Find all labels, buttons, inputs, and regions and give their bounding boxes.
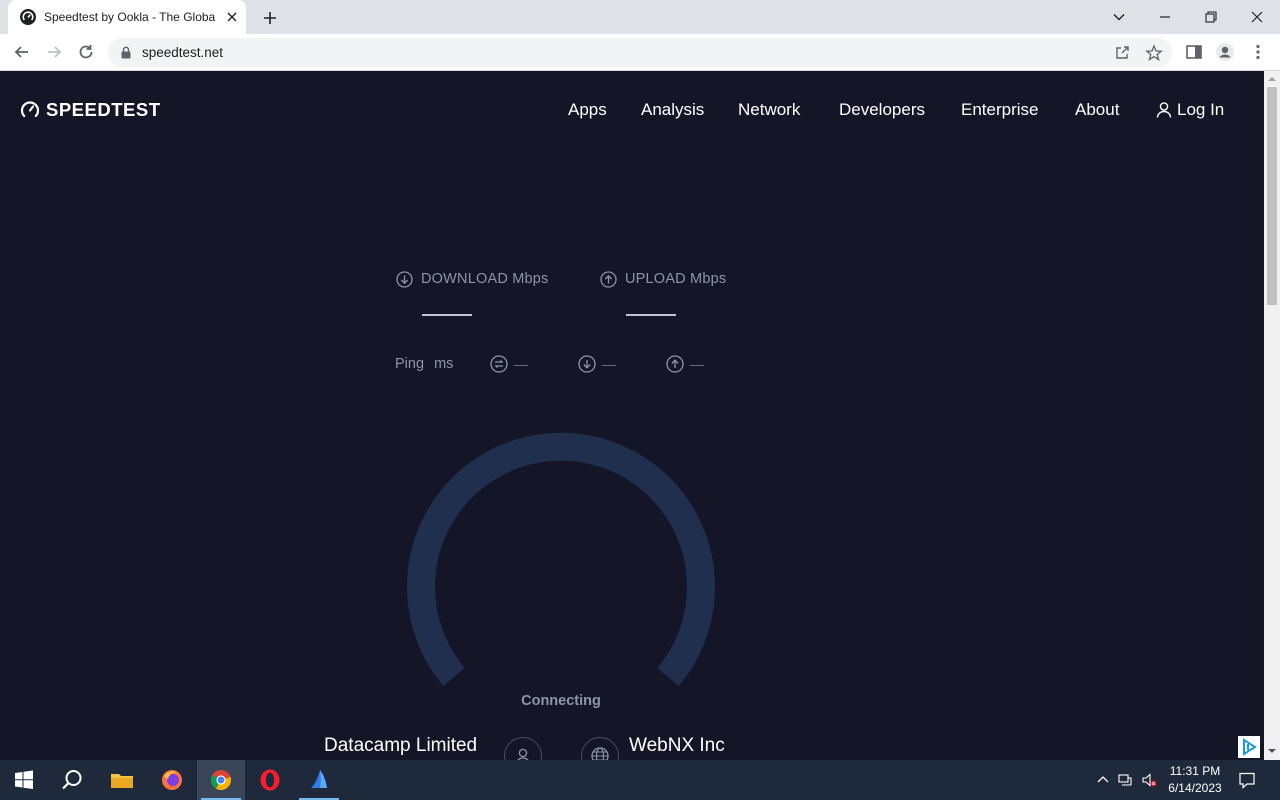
- taskbar-opera[interactable]: [246, 760, 294, 800]
- user-icon: [1156, 102, 1172, 118]
- chrome-icon: [210, 770, 231, 791]
- connection-status: Connecting: [0, 693, 1122, 709]
- nav-developers[interactable]: Developers: [839, 99, 925, 121]
- upload-label: UPLOAD Mbps: [625, 271, 727, 287]
- lock-icon[interactable]: [120, 46, 132, 59]
- adchoices-icon[interactable]: [1238, 736, 1260, 758]
- side-panel-icon[interactable]: [1184, 42, 1204, 62]
- scroll-up-arrow-icon[interactable]: [1268, 75, 1276, 83]
- download-arrow-icon: [396, 270, 413, 288]
- server-globe-button[interactable]: [581, 737, 619, 760]
- ping-upload-item: —: [666, 354, 704, 374]
- close-icon: [1251, 11, 1263, 23]
- start-button[interactable]: [0, 760, 48, 800]
- isp-user-button[interactable]: [504, 737, 542, 760]
- jitter-icon: [490, 355, 508, 373]
- taskbar-chrome[interactable]: [197, 760, 245, 800]
- download-arrow-icon: [578, 355, 596, 373]
- profile-avatar-icon[interactable]: [1215, 42, 1235, 62]
- taskbar-file-explorer[interactable]: [98, 760, 146, 800]
- reload-icon[interactable]: [76, 42, 96, 62]
- tab-search-button[interactable]: [1105, 4, 1133, 30]
- jitter-value: —: [514, 356, 528, 372]
- restore-button[interactable]: [1197, 4, 1225, 30]
- ping-upload-value: —: [690, 356, 704, 372]
- browser-tab-strip: Speedtest by Ookla - The Global Broadban…: [0, 0, 1280, 34]
- ping-unit: ms: [434, 356, 454, 372]
- close-tab-icon[interactable]: [224, 9, 240, 25]
- gauge-logo-icon: [20, 101, 40, 118]
- volume-muted-icon[interactable]: [1141, 772, 1157, 788]
- nav-enterprise[interactable]: Enterprise: [961, 99, 1038, 121]
- clock-date: 6/14/2023: [1168, 781, 1222, 795]
- search-icon: [62, 770, 82, 790]
- address-bar[interactable]: speedtest.net: [108, 38, 1172, 67]
- speed-gauge: [407, 432, 715, 687]
- nav-analysis[interactable]: Analysis: [641, 99, 704, 121]
- chevron-down-icon: [1113, 14, 1125, 21]
- connection-status-text: Connecting: [521, 693, 601, 709]
- windows-taskbar: 11:31 PM 6/14/2023: [0, 760, 1280, 800]
- folder-icon: [111, 774, 133, 788]
- minimize-button[interactable]: [1151, 4, 1179, 30]
- user-icon: [517, 748, 529, 760]
- taskbar-firefox[interactable]: [148, 760, 196, 800]
- speedtest-favicon-icon: [20, 9, 36, 25]
- kebab-menu-icon[interactable]: [1248, 42, 1268, 62]
- download-header: DOWNLOAD Mbps: [396, 269, 548, 289]
- close-window-button[interactable]: [1243, 4, 1271, 30]
- opera-icon: [260, 769, 280, 791]
- minimize-icon: [1160, 16, 1170, 18]
- browser-toolbar: speedtest.net: [0, 34, 1280, 71]
- bookmark-star-icon[interactable]: [1145, 44, 1163, 62]
- ping-download-value: —: [602, 356, 616, 372]
- ping-download-item: —: [578, 354, 616, 374]
- chevron-up-icon[interactable]: [1095, 772, 1111, 788]
- notifications-icon[interactable]: [1238, 771, 1256, 789]
- login-label: Log In: [1177, 100, 1225, 119]
- back-arrow-icon[interactable]: [12, 42, 32, 62]
- firefox-icon: [162, 770, 182, 790]
- scrollbar-thumb[interactable]: [1267, 87, 1277, 305]
- nav-network[interactable]: Network: [738, 99, 800, 121]
- restore-icon: [1205, 11, 1217, 23]
- upload-arrow-icon: [600, 270, 617, 288]
- upload-header: UPLOAD Mbps: [600, 269, 726, 289]
- share-icon[interactable]: [1113, 44, 1131, 62]
- app-sail-icon: [311, 770, 327, 788]
- login-link[interactable]: Log In: [1156, 99, 1224, 121]
- download-value-placeholder: [422, 314, 472, 316]
- url-text[interactable]: speedtest.net: [142, 45, 223, 61]
- speedtest-logo[interactable]: SPEEDTEST: [20, 99, 161, 121]
- logo-text: SPEEDTEST: [46, 99, 161, 120]
- ping-label-text: Ping: [395, 356, 425, 372]
- taskbar-app[interactable]: [295, 760, 343, 800]
- jitter-item: —: [490, 354, 528, 374]
- system-clock[interactable]: 11:31 PM 6/14/2023: [1160, 763, 1230, 797]
- server-name[interactable]: WebNX Inc: [629, 735, 725, 757]
- speedtest-page: SPEEDTEST Apps Analysis Network Develope…: [0, 71, 1264, 760]
- download-label: DOWNLOAD Mbps: [421, 271, 549, 287]
- new-tab-icon[interactable]: [260, 8, 280, 28]
- nav-about[interactable]: About: [1075, 99, 1119, 121]
- windows-logo-icon: [15, 770, 33, 789]
- search-button[interactable]: [48, 760, 96, 800]
- page-scrollbar[interactable]: [1264, 71, 1280, 760]
- isp-name: Datacamp Limited: [324, 735, 478, 756]
- globe-icon: [591, 747, 609, 760]
- ping-label: Ping ms: [395, 355, 453, 373]
- upload-arrow-icon: [666, 355, 684, 373]
- network-icon[interactable]: [1118, 772, 1134, 788]
- upload-value-placeholder: [626, 314, 676, 316]
- scroll-down-arrow-icon[interactable]: [1268, 747, 1276, 755]
- clock-time: 11:31 PM: [1169, 764, 1221, 778]
- forward-arrow-icon[interactable]: [44, 42, 64, 62]
- nav-apps[interactable]: Apps: [568, 99, 607, 121]
- browser-tab[interactable]: Speedtest by Ookla - The Global Broadban…: [8, 0, 246, 34]
- tab-title: Speedtest by Ookla - The Global Broadban…: [44, 10, 216, 24]
